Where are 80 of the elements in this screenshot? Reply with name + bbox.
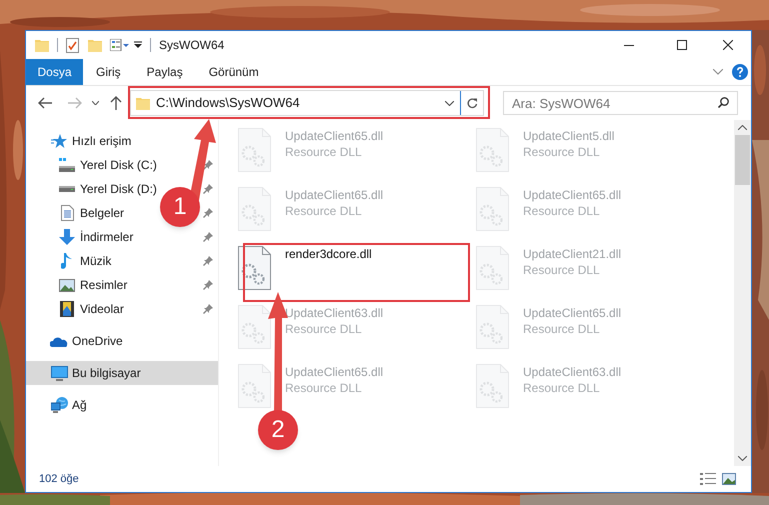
- refresh-icon: [466, 97, 478, 109]
- film-icon: [60, 301, 74, 317]
- file-name: UpdateClient65.dll: [523, 305, 622, 321]
- customize-caret-icon[interactable]: [134, 41, 142, 49]
- nav-item[interactable]: OneDrive: [26, 329, 127, 353]
- file-name: UpdateClient63.dll: [285, 305, 384, 321]
- ribbon-tab[interactable]: Paylaş: [134, 59, 196, 85]
- monitor-icon: [50, 366, 68, 380]
- file-type: Resource DLL: [285, 144, 363, 160]
- pin-icon[interactable]: [203, 160, 213, 170]
- download-arrow-icon: [59, 229, 75, 245]
- pin-icon[interactable]: [203, 256, 213, 266]
- recent-caret-icon[interactable]: [92, 101, 99, 105]
- file-type: Resource DLL: [523, 203, 601, 219]
- checklist-icon[interactable]: [66, 38, 79, 52]
- file-name: UpdateClient65.dll: [523, 187, 622, 203]
- close-icon: [723, 40, 733, 50]
- ribbon-tab[interactable]: Giriş: [83, 59, 134, 85]
- minimize-icon: [624, 44, 634, 46]
- document-icon: [60, 205, 74, 221]
- pin-icon[interactable]: [203, 184, 213, 194]
- file-type: Resource DLL: [285, 380, 363, 396]
- file-type: Resource DLL: [523, 262, 601, 278]
- nav-item[interactable]: Bu bilgisayar: [26, 361, 218, 385]
- folder-icon: [136, 96, 150, 110]
- search-field[interactable]: Ara: SysWOW64: [503, 91, 738, 115]
- nav-item[interactable]: Ağ: [26, 393, 91, 417]
- drive-icon: [59, 186, 75, 192]
- back-arrow-icon[interactable]: [38, 97, 52, 109]
- dll-file-icon[interactable]: [238, 246, 271, 290]
- file-type: Resource DLL: [285, 203, 363, 219]
- up-arrow-icon[interactable]: [110, 96, 122, 110]
- file-name: UpdateClient63.dll: [523, 364, 622, 380]
- ribbon-tab[interactable]: Görünüm: [196, 59, 272, 85]
- file-type: Resource DLL: [285, 321, 363, 337]
- file-type: Resource DLL: [523, 321, 601, 337]
- forward-arrow-icon[interactable]: [68, 97, 82, 109]
- address-field[interactable]: C:\Windows\SysWOW64: [130, 90, 484, 116]
- scrollbar[interactable]: [734, 120, 751, 466]
- search-icon: [718, 97, 729, 108]
- nav-item[interactable]: Videolar: [26, 297, 128, 321]
- help-icon[interactable]: [732, 64, 748, 80]
- file-name: UpdateClient5.dll: [523, 128, 614, 144]
- nav-item[interactable]: Hızlı erişim: [26, 129, 136, 153]
- file-name: UpdateClient21.dll: [523, 246, 622, 262]
- picture-icon: [59, 278, 75, 292]
- scrollbar-thumb[interactable]: [735, 135, 750, 185]
- large-icons-view-icon[interactable]: [722, 473, 736, 485]
- pin-icon[interactable]: [203, 304, 213, 314]
- scroll-down-icon[interactable]: [738, 456, 747, 461]
- dropdown-caret-icon[interactable]: [445, 100, 454, 106]
- details-view-icon[interactable]: [700, 473, 716, 485]
- file-type: Resource DLL: [523, 144, 601, 160]
- nav-item[interactable]: Yerel Disk (C:): [26, 153, 161, 177]
- properties-icon[interactable]: [110, 39, 129, 51]
- file-name: UpdateClient65.dll: [285, 187, 384, 203]
- nav-item[interactable]: Yerel Disk (D:): [26, 177, 161, 201]
- nav-item[interactable]: Belgeler: [26, 201, 128, 225]
- pin-icon[interactable]: [203, 208, 213, 218]
- file-type: Resource DLL: [523, 380, 601, 396]
- expand-ribbon-icon[interactable]: [713, 69, 723, 75]
- pin-icon[interactable]: [203, 280, 213, 290]
- address-path: C:\Windows\SysWOW64: [156, 94, 300, 112]
- window-title: SysWOW64: [159, 37, 224, 54]
- nav-item[interactable]: Müzik: [26, 249, 116, 273]
- cloud-icon: [50, 336, 68, 346]
- pin-icon[interactable]: [203, 232, 213, 242]
- drive-icon: [59, 158, 75, 172]
- item-count: 102 öğe: [39, 472, 79, 487]
- star-icon: [51, 134, 67, 148]
- file-name: UpdateClient65.dll: [285, 364, 384, 380]
- nav-item[interactable]: Resimler: [26, 273, 132, 297]
- network-icon: [50, 397, 68, 413]
- music-note-icon: [61, 253, 73, 269]
- scroll-up-icon[interactable]: [738, 125, 747, 130]
- file-menu-tab[interactable]: Dosya: [26, 59, 83, 85]
- file-name: UpdateClient65.dll: [285, 128, 384, 144]
- maximize-icon: [677, 40, 687, 50]
- nav-item[interactable]: İndirmeler: [26, 225, 138, 249]
- file-name: render3dcore.dll: [285, 246, 372, 262]
